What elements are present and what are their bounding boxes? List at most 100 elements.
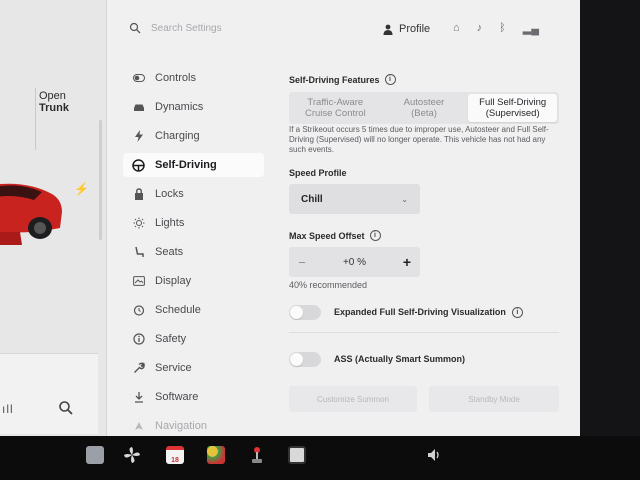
row-divider <box>289 332 559 333</box>
bluetooth-icon[interactable]: ᛒ <box>499 22 506 35</box>
self-driving-content: Self-Driving Features i Traffic-Aware Cr… <box>289 74 559 412</box>
sidebar-item-schedule[interactable]: Schedule <box>123 298 267 322</box>
sidebar-item-navigation[interactable]: Navigation <box>123 414 267 438</box>
speed-profile-dropdown[interactable]: Chill ⌄ <box>289 184 420 214</box>
info-icon[interactable]: i <box>511 306 523 318</box>
search-icon[interactable] <box>58 400 74 416</box>
top-bar: Profile ⌂ ♪ ᛒ ▂▄ <box>107 12 580 46</box>
profile-label: Profile <box>399 23 431 35</box>
strikeout-notice: If a Strikeout occurs 5 times due to imp… <box>289 125 549 154</box>
search-input[interactable] <box>151 18 321 38</box>
expanded-visualization-row: Expanded Full Self-Driving Visualization… <box>289 301 559 323</box>
sidebar-item-display[interactable]: Display <box>123 269 267 293</box>
download-icon <box>132 391 145 404</box>
speed-offset-stepper: − +0 % + <box>289 247 420 277</box>
car-image <box>0 183 62 245</box>
display-icon <box>132 275 145 288</box>
segment-line1: Autosteer <box>403 97 445 108</box>
home-icon[interactable]: ⌂ <box>453 22 460 35</box>
customize-summon-button[interactable]: Customize Summon <box>289 386 417 412</box>
speed-profile-title: Speed Profile <box>289 168 347 178</box>
person-icon <box>383 24 393 35</box>
left-scrollbar[interactable] <box>99 120 102 240</box>
sidebar-item-charging[interactable]: Charging <box>123 124 267 148</box>
sidebar-item-label: Safety <box>155 333 187 345</box>
segment-full-self-driving[interactable]: Full Self-Driving (Supervised) <box>468 94 558 122</box>
app-grid-icon[interactable] <box>86 446 104 464</box>
bolt-icon <box>132 130 145 143</box>
joystick-icon[interactable] <box>248 446 266 464</box>
expanded-visualization-label: Expanded Full Self-Driving Visualization <box>334 307 506 317</box>
sidebar-item-label: Dynamics <box>155 101 204 113</box>
chevron-down-icon: ⌄ <box>401 194 408 204</box>
sidebar-item-software[interactable]: Software <box>123 385 267 409</box>
segment-line1: Full Self-Driving <box>479 97 547 108</box>
info-icon[interactable]: i <box>384 74 396 85</box>
max-speed-offset-header: Max Speed Offset i <box>289 230 381 241</box>
profile-button[interactable]: Profile <box>383 20 430 38</box>
speed-profile-value: Chill <box>301 193 323 205</box>
speed-offset-value: +0 % <box>342 256 367 268</box>
actually-smart-summon-label: ASS (Actually Smart Summon) <box>334 354 466 364</box>
sun-icon <box>132 217 145 230</box>
actually-smart-summon-toggle[interactable] <box>289 351 321 367</box>
offset-recommendation: 40% recommended <box>289 280 368 290</box>
alarm-icon <box>132 304 145 317</box>
car-icon <box>132 101 145 114</box>
status-icons: ⌂ ♪ ᛒ ▂▄ <box>453 22 539 35</box>
steering-wheel-icon <box>132 158 145 172</box>
dashcam-icon[interactable] <box>288 446 306 464</box>
trunk-divider <box>35 88 36 150</box>
taskbar: 18 <box>0 436 640 480</box>
wrench-icon <box>132 362 145 375</box>
bell-icon[interactable]: ♪ <box>477 22 483 35</box>
sidebar-item-seats[interactable]: Seats <box>123 240 267 264</box>
sidebar-item-label: Navigation <box>155 420 207 432</box>
sidebar-item-controls[interactable]: Controls <box>123 66 267 90</box>
sidebar-item-label: Service <box>155 362 192 374</box>
sidebar-item-dynamics[interactable]: Dynamics <box>123 95 267 119</box>
segment-autosteer[interactable]: Autosteer (Beta) <box>380 94 469 122</box>
sidebar-item-label: Controls <box>155 72 196 84</box>
increase-offset-button[interactable]: + <box>400 254 414 270</box>
lock-icon <box>132 188 145 201</box>
trunk-label: Trunk <box>39 102 69 114</box>
features-header: Self-Driving Features i <box>289 74 559 85</box>
seat-icon <box>132 246 145 259</box>
left-bottom-card <box>0 353 98 434</box>
max-speed-offset-title: Max Speed Offset <box>289 230 365 241</box>
sidebar-item-safety[interactable]: Safety <box>123 327 267 351</box>
segment-line2: (Beta) <box>411 108 437 119</box>
lte-signal-icon: ▂▄ <box>522 23 540 35</box>
sidebar-item-label: Charging <box>155 130 200 142</box>
sidebar-item-lights[interactable]: Lights <box>123 211 267 235</box>
sidebar-item-self-driving[interactable]: Self-Driving <box>123 153 264 177</box>
fan-icon[interactable] <box>123 446 141 464</box>
charging-bolt-icon: ⚡ <box>74 182 89 196</box>
sidebar-item-label: Seats <box>155 246 184 258</box>
sidebar-item-label: Software <box>155 391 199 403</box>
signal-bars-icon: ıll <box>2 402 14 416</box>
segment-line1: Traffic-Aware <box>307 97 364 108</box>
standby-mode-button[interactable]: Standby Mode <box>429 386 559 412</box>
expanded-visualization-toggle[interactable] <box>289 304 321 320</box>
sidebar-item-label: Display <box>155 275 192 287</box>
trunk-open-label: Open <box>39 90 66 102</box>
sidebar-item-label: Lights <box>155 217 185 229</box>
info-icon[interactable]: i <box>369 230 381 241</box>
vehicle-panel: Open Trunk ⚡ ıll <box>0 0 107 436</box>
open-trunk-button[interactable]: Open Trunk <box>39 90 69 114</box>
segment-traffic-aware-cruise[interactable]: Traffic-Aware Cruise Control <box>291 94 380 122</box>
sidebar-item-locks[interactable]: Locks <box>123 182 267 206</box>
calendar-icon[interactable]: 18 <box>166 446 184 464</box>
sidebar-item-service[interactable]: Service <box>123 356 267 380</box>
toybox-icon[interactable] <box>207 446 225 464</box>
self-driving-mode-selector: Traffic-Aware Cruise Control Autosteer (… <box>289 92 559 124</box>
info-circle-icon <box>132 333 145 346</box>
nav-icon <box>132 420 145 433</box>
decrease-offset-button[interactable]: − <box>295 255 309 270</box>
sidebar-item-label: Locks <box>155 188 184 200</box>
segment-line2: (Supervised) <box>485 108 540 119</box>
search-icon <box>129 22 141 34</box>
volume-icon[interactable] <box>426 446 444 464</box>
